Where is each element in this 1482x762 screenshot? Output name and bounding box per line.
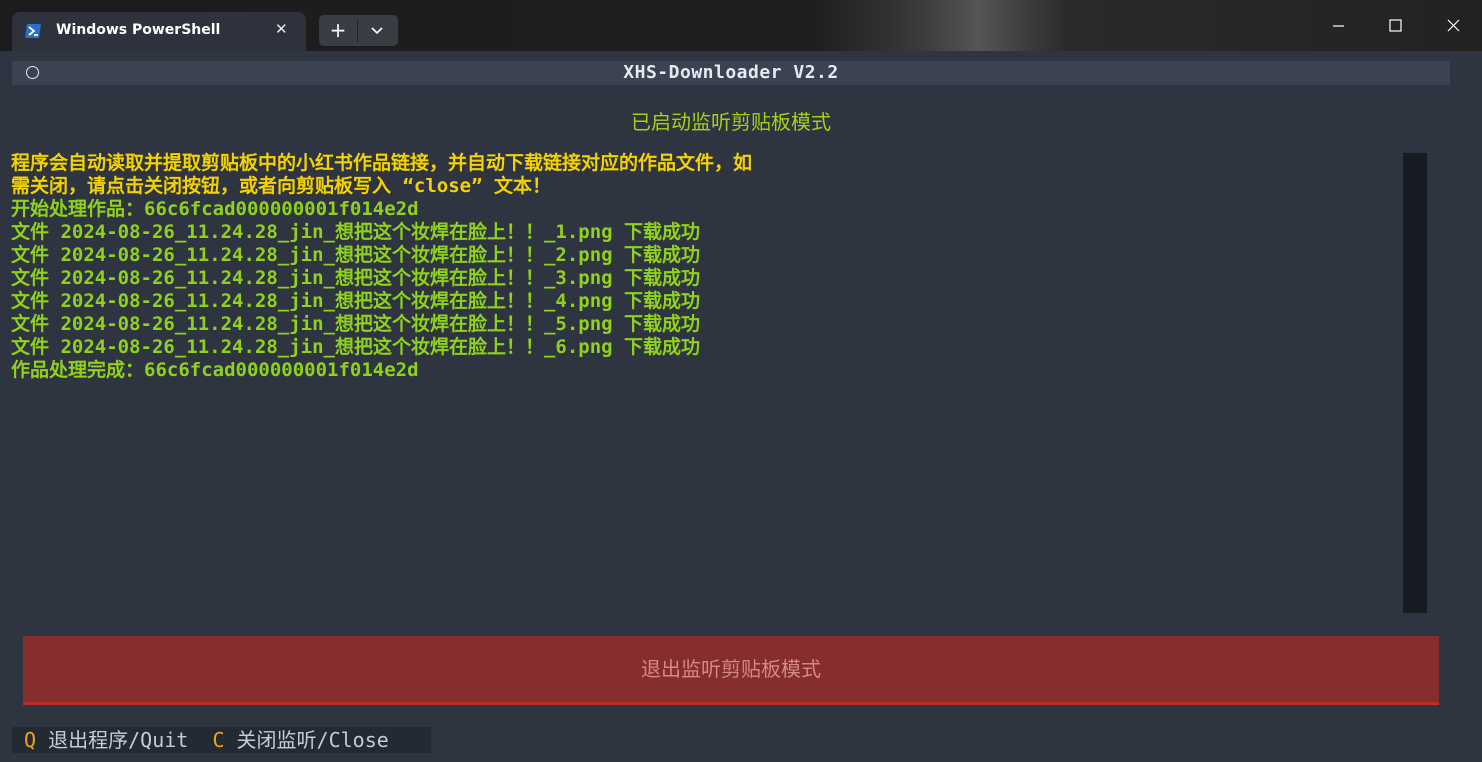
log-line: 文件 2024-08-26_11.24.28_jin_想把这个妆焊在脸上！！_4…	[11, 290, 701, 312]
tab-close-icon[interactable]: ✕	[275, 20, 288, 38]
mode-title: 已启动监听剪贴板模式	[631, 110, 831, 134]
log-line: 文件 2024-08-26_11.24.28_jin_想把这个妆焊在脸上！！_6…	[11, 336, 701, 358]
chevron-down-icon[interactable]	[358, 15, 398, 46]
quit-label: 退出程序/Quit	[48, 728, 189, 752]
footer-background	[431, 727, 1450, 753]
log-line: 文件 2024-08-26_11.24.28_jin_想把这个妆焊在脸上！！_5…	[11, 313, 701, 335]
log-line: 文件 2024-08-26_11.24.28_jin_想把这个妆焊在脸上！！_1…	[11, 221, 701, 243]
scrollbar[interactable]	[1403, 153, 1427, 613]
tab-title: Windows PowerShell	[56, 22, 221, 38]
powershell-icon	[25, 24, 41, 38]
log-line: 需关闭，请点击关闭按钮，或者向剪贴板写入 “close” 文本！	[11, 175, 551, 197]
log-line: 文件 2024-08-26_11.24.28_jin_想把这个妆焊在脸上！！_3…	[11, 267, 701, 289]
close-label: 关闭监听/Close	[236, 728, 389, 752]
app-title: XHS-Downloader V2.2	[623, 62, 839, 83]
maximize-icon[interactable]	[1367, 0, 1425, 51]
log-line: 程序会自动读取并提取剪贴板中的小红书作品链接，并自动下载链接对应的作品文件，如	[11, 152, 753, 174]
tab-windows-powershell[interactable]: Windows PowerShell ✕	[12, 12, 306, 51]
log-line: 文件 2024-08-26_11.24.28_jin_想把这个妆焊在脸上！！_2…	[11, 244, 701, 266]
quit-key: Q	[24, 728, 37, 752]
log-line: 作品处理完成：66c6fcad000000001f014e2d	[11, 359, 419, 381]
minimize-icon[interactable]	[1309, 0, 1367, 51]
log-line: 开始处理作品：66c6fcad000000001f014e2d	[11, 198, 419, 220]
close-icon[interactable]	[1424, 0, 1482, 51]
log-output: 程序会自动读取并提取剪贴板中的小红书作品链接，并自动下载链接对应的作品文件，如需…	[11, 152, 1396, 382]
quit-keybinding[interactable]: Q 退出程序/Quit	[12, 728, 200, 752]
footer-keybindings: Q 退出程序/Quit C 关闭监听/Close	[12, 727, 431, 753]
title-bar: Windows PowerShell ✕ +	[0, 0, 1482, 51]
close-keybinding[interactable]: C 关闭监听/Close	[200, 728, 400, 752]
new-tab-button[interactable]: +	[319, 15, 357, 46]
app-header: XHS-Downloader V2.2	[12, 61, 1450, 85]
new-tab-group: +	[319, 15, 398, 46]
exit-monitor-button[interactable]: 退出监听剪贴板模式	[23, 636, 1439, 705]
close-key: C	[212, 728, 225, 752]
